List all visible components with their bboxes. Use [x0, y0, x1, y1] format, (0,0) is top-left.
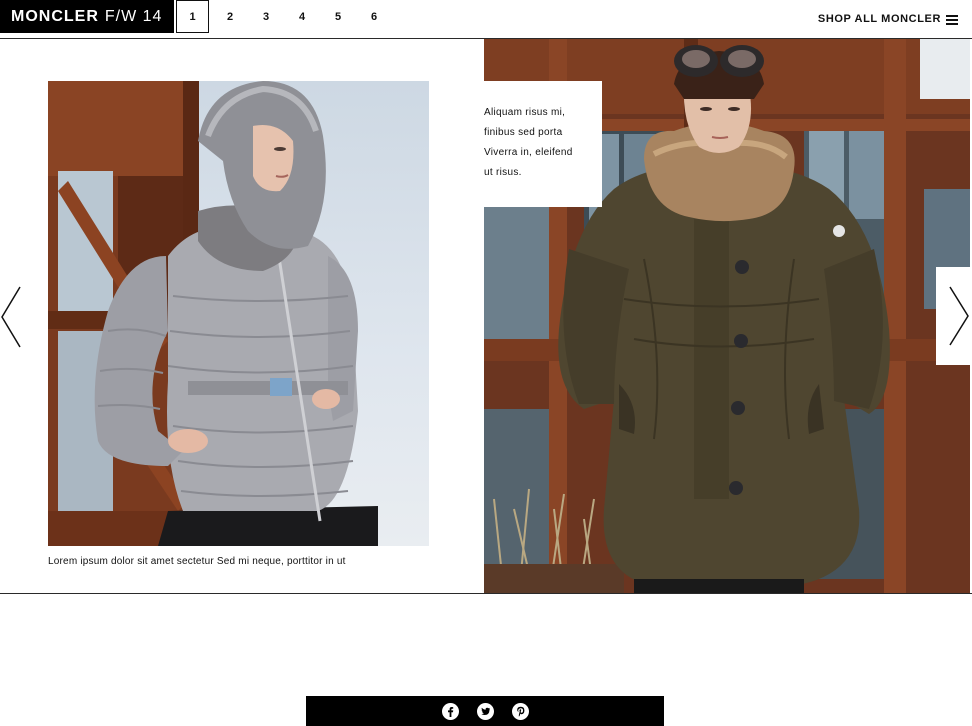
social-share-bar [306, 696, 664, 726]
page-6-button[interactable]: 6 [356, 0, 392, 33]
chevron-left-icon [1, 286, 21, 348]
hamburger-icon [946, 14, 958, 25]
note-line-2: finibus sed porta [484, 127, 563, 138]
twitter-icon [480, 707, 490, 715]
twitter-share-button[interactable] [476, 702, 494, 720]
pinterest-share-button[interactable] [511, 702, 529, 720]
facebook-icon [447, 706, 453, 717]
content-divider [0, 593, 972, 594]
page-1-button[interactable]: 1 [176, 0, 209, 33]
page-4-button[interactable]: 4 [284, 0, 320, 33]
note-line-4: ut risus. [484, 167, 522, 178]
facebook-share-button[interactable] [441, 702, 459, 720]
page-pagination: 1 2 3 4 5 6 [176, 0, 392, 33]
next-slide-button[interactable] [936, 267, 972, 365]
silver-jacket-photo [48, 81, 429, 546]
page-5-button[interactable]: 5 [320, 0, 356, 33]
shop-all-label: SHOP ALL MONCLER [817, 13, 941, 25]
chevron-right-icon [949, 286, 969, 346]
note-line-3: Viverra in, eleifend [484, 147, 573, 158]
page-3-button[interactable]: 3 [248, 0, 284, 33]
brand-logo[interactable]: MONCLER F/W 14 [0, 0, 174, 33]
right-photo-note: Aliquam risus mi, finibus sed porta Vive… [484, 81, 602, 207]
collection-name: F/W 14 [104, 7, 163, 25]
note-line-1: Aliquam risus mi, [484, 107, 566, 118]
previous-slide-button[interactable] [0, 282, 24, 352]
top-header: MONCLER F/W 14 1 2 3 4 5 6 SHOP ALL MONC… [0, 0, 972, 39]
pinterest-icon [516, 706, 524, 717]
left-photo-caption: Lorem ipsum dolor sit amet sectetur Sed … [48, 556, 346, 567]
page-2-button[interactable]: 2 [212, 0, 248, 33]
shop-all-menu-button[interactable]: SHOP ALL MONCLER [818, 13, 958, 25]
brand-name: MONCLER [11, 7, 99, 25]
